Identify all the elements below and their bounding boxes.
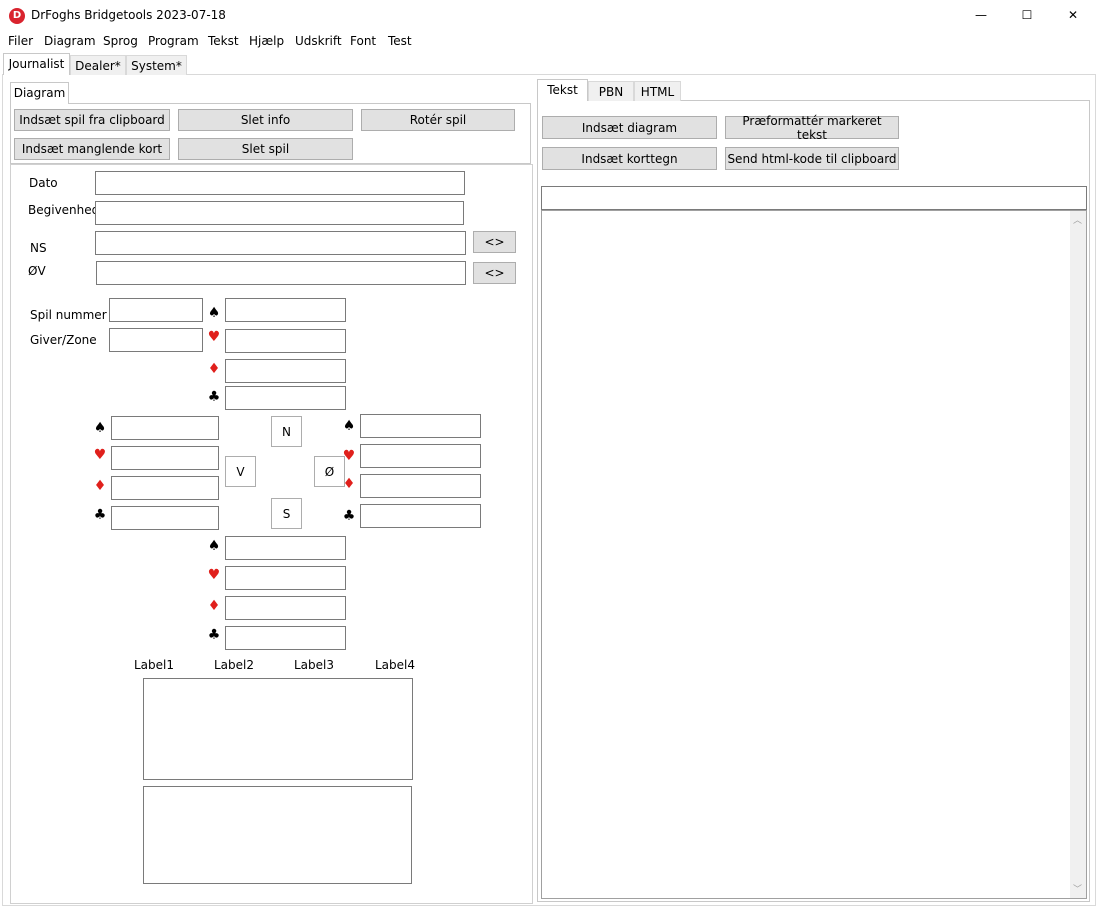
north-diamonds-input[interactable]	[225, 359, 346, 383]
delete-game-button[interactable]: Slet spil	[178, 138, 353, 160]
menu-hjaelp[interactable]: Hjælp	[249, 34, 284, 48]
spade-icon: ♠	[93, 420, 107, 436]
east-hearts-input[interactable]	[360, 444, 481, 468]
menu-tekst[interactable]: Tekst	[208, 34, 239, 48]
tab-pbn[interactable]: PBN	[588, 81, 634, 101]
tab-tekst[interactable]: Tekst	[537, 79, 588, 101]
scroll-down-icon[interactable]: ﹀	[1073, 882, 1082, 895]
diamond-icon: ♦	[342, 476, 356, 492]
east-diamonds-input[interactable]	[360, 474, 481, 498]
menu-test[interactable]: Test	[388, 34, 412, 48]
ns-label: NS	[30, 241, 47, 255]
menu-program[interactable]: Program	[148, 34, 199, 48]
tab-html[interactable]: HTML	[634, 81, 681, 101]
window-title: DrFoghs Bridgetools 2023-07-18	[31, 8, 226, 22]
spil-nummer-input[interactable]	[109, 298, 203, 322]
south-diamonds-input[interactable]	[225, 596, 346, 620]
insert-suit-symbol-button[interactable]: Indsæt korttegn	[542, 147, 717, 170]
spade-icon: ♠	[207, 305, 221, 321]
minimize-button[interactable]: —	[958, 0, 1004, 30]
north-hearts-input[interactable]	[225, 329, 346, 353]
heart-icon: ♥	[342, 448, 356, 464]
heart-icon: ♥	[93, 447, 107, 463]
label3: Label3	[294, 658, 335, 672]
vertical-scrollbar[interactable]	[1070, 211, 1086, 898]
label4: Label4	[375, 658, 416, 672]
compass-south: S	[271, 498, 302, 529]
compass-west: V	[225, 456, 256, 487]
menu-sprog[interactable]: Sprog	[103, 34, 138, 48]
paste-from-clipboard-button[interactable]: Indsæt spil fra clipboard	[14, 109, 170, 131]
club-icon: ♣	[207, 389, 221, 405]
send-html-button[interactable]: Send html-kode til clipboard	[725, 147, 899, 170]
ns-input[interactable]	[95, 231, 466, 255]
notes-box-2[interactable]	[143, 786, 412, 884]
spade-icon: ♠	[207, 538, 221, 554]
south-spades-input[interactable]	[225, 536, 346, 560]
club-icon: ♣	[207, 627, 221, 643]
label2: Label2	[214, 658, 255, 672]
close-button[interactable]: ✕	[1050, 0, 1096, 30]
menu-filer[interactable]: Filer	[8, 34, 33, 48]
heart-icon: ♥	[207, 567, 221, 583]
dato-label: Dato	[29, 176, 58, 190]
maximize-button[interactable]: ☐	[1004, 0, 1050, 30]
tab-journalist[interactable]: Journalist	[3, 53, 70, 75]
swap-ov-button[interactable]: <>	[473, 262, 516, 284]
scroll-up-icon[interactable]: ︿	[1073, 213, 1082, 226]
tab-dealer[interactable]: Dealer*	[70, 55, 126, 75]
ov-input[interactable]	[96, 261, 466, 285]
diamond-icon: ♦	[93, 478, 107, 494]
heart-icon: ♥	[207, 329, 221, 345]
preformat-text-button[interactable]: Præformattér markeret tekst	[725, 114, 899, 142]
tab-diagram[interactable]: Diagram	[10, 82, 69, 104]
begivenhed-input[interactable]	[95, 201, 464, 225]
spade-icon: ♠	[342, 418, 356, 434]
west-diamonds-input[interactable]	[111, 476, 219, 500]
east-spades-input[interactable]	[360, 414, 481, 438]
north-spades-input[interactable]	[225, 298, 346, 322]
giver-zone-label: Giver/Zone	[30, 333, 97, 347]
compass-north: N	[271, 416, 302, 447]
text-line-input[interactable]	[541, 186, 1087, 210]
diamond-icon: ♦	[207, 598, 221, 614]
diamond-icon: ♦	[207, 361, 221, 377]
swap-ns-button[interactable]: <>	[473, 231, 516, 253]
text-editor[interactable]	[541, 210, 1087, 899]
menu-diagram[interactable]: Diagram	[44, 34, 96, 48]
west-spades-input[interactable]	[111, 416, 219, 440]
notes-box-1[interactable]	[143, 678, 413, 780]
app-logo-icon: D	[9, 8, 25, 24]
label1: Label1	[134, 658, 175, 672]
spil-nummer-label: Spil nummer	[30, 308, 107, 322]
club-icon: ♣	[93, 507, 107, 523]
menu-udskrift[interactable]: Udskrift	[295, 34, 342, 48]
ov-label: ØV	[28, 264, 46, 278]
giver-zone-input[interactable]	[109, 328, 203, 352]
dato-input[interactable]	[95, 171, 465, 195]
insert-diagram-button[interactable]: Indsæt diagram	[542, 116, 717, 139]
north-clubs-input[interactable]	[225, 386, 346, 410]
east-clubs-input[interactable]	[360, 504, 481, 528]
tab-system[interactable]: System*	[126, 55, 187, 75]
south-hearts-input[interactable]	[225, 566, 346, 590]
compass-east: Ø	[314, 456, 345, 487]
delete-info-button[interactable]: Slet info	[178, 109, 353, 131]
menu-font[interactable]: Font	[350, 34, 376, 48]
west-hearts-input[interactable]	[111, 446, 219, 470]
south-clubs-input[interactable]	[225, 626, 346, 650]
begivenhed-label: Begivenhed	[28, 203, 100, 217]
insert-missing-cards-button[interactable]: Indsæt manglende kort	[14, 138, 170, 160]
rotate-game-button[interactable]: Rotér spil	[361, 109, 515, 131]
west-clubs-input[interactable]	[111, 506, 219, 530]
club-icon: ♣	[342, 508, 356, 524]
